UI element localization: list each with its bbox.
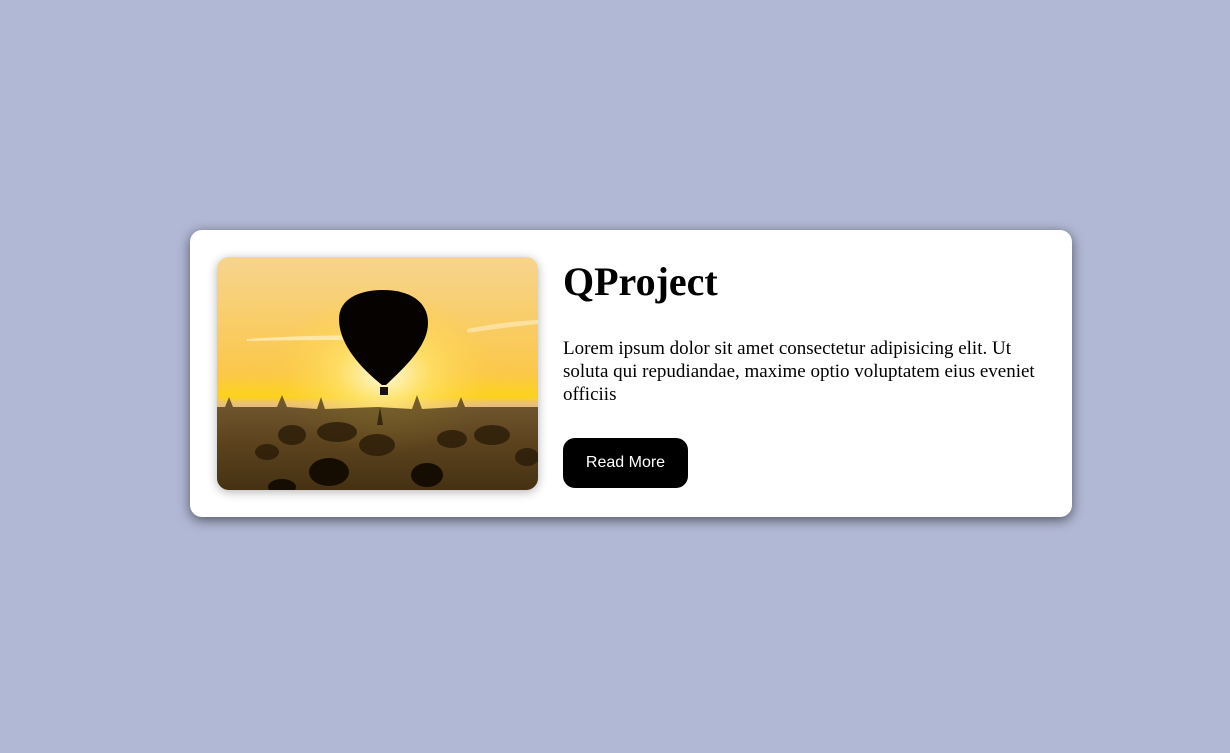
read-more-button[interactable]: Read More: [563, 438, 688, 488]
card-image: [217, 257, 538, 490]
card-description: Lorem ipsum dolor sit amet consectetur a…: [563, 338, 1035, 405]
project-card: QProject Lorem ipsum dolor sit amet cons…: [190, 230, 1072, 517]
card-title: QProject: [563, 259, 718, 304]
